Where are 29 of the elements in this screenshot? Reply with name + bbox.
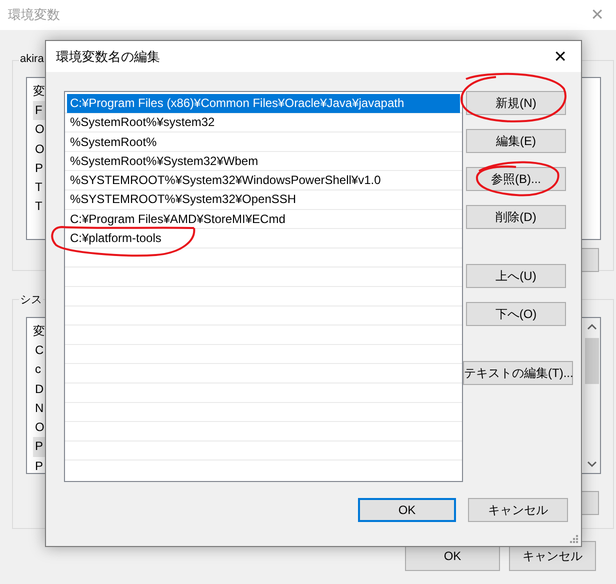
- path-item[interactable]: C:¥platform-tools: [67, 229, 460, 248]
- resize-grip-icon[interactable]: [570, 535, 579, 544]
- path-item[interactable]: %SYSTEMROOT%¥System32¥OpenSSH: [67, 190, 460, 210]
- path-item[interactable]: C:¥Program Files¥AMD¥StoreMI¥ECmd: [67, 210, 460, 230]
- side-button[interactable]: 上へ(U): [466, 264, 566, 288]
- path-item[interactable]: %SystemRoot%¥System32¥Wbem: [67, 152, 460, 172]
- scroll-thumb[interactable]: [585, 338, 599, 384]
- path-item[interactable]: %SystemRoot%¥system32: [67, 113, 460, 133]
- window-title: 環境変数: [8, 6, 60, 24]
- path-item[interactable]: %SystemRoot%: [67, 132, 460, 152]
- scroll-down-icon[interactable]: [586, 460, 596, 468]
- ok-button[interactable]: OK: [358, 498, 456, 522]
- scroll-up-icon[interactable]: [586, 323, 596, 331]
- side-button[interactable]: 参照(B)...: [466, 167, 566, 191]
- side-button[interactable]: 新規(N): [466, 91, 566, 115]
- path-item[interactable]: C:¥Program Files (x86)¥Common Files¥Oracle¥Java¥javapath: [67, 94, 460, 114]
- scrollbar[interactable]: [583, 318, 600, 473]
- cancel-button[interactable]: キャンセル: [468, 498, 568, 522]
- path-item[interactable]: %SYSTEMROOT%¥System32¥WindowsPowerShell¥v1.0: [67, 171, 460, 190]
- column-header: 変: [33, 323, 46, 340]
- dialog-title: 環境変数名の編集: [56, 48, 160, 66]
- column-header: 変: [33, 83, 46, 100]
- close-icon[interactable]: ✕: [554, 46, 567, 66]
- path-list[interactable]: [64, 91, 463, 482]
- side-button[interactable]: 編集(E): [466, 129, 566, 153]
- group-label: akira: [19, 53, 45, 65]
- side-button[interactable]: 下へ(O): [466, 302, 566, 326]
- side-button[interactable]: テキストの編集(T)...: [463, 361, 573, 385]
- side-button[interactable]: 削除(D): [466, 205, 566, 229]
